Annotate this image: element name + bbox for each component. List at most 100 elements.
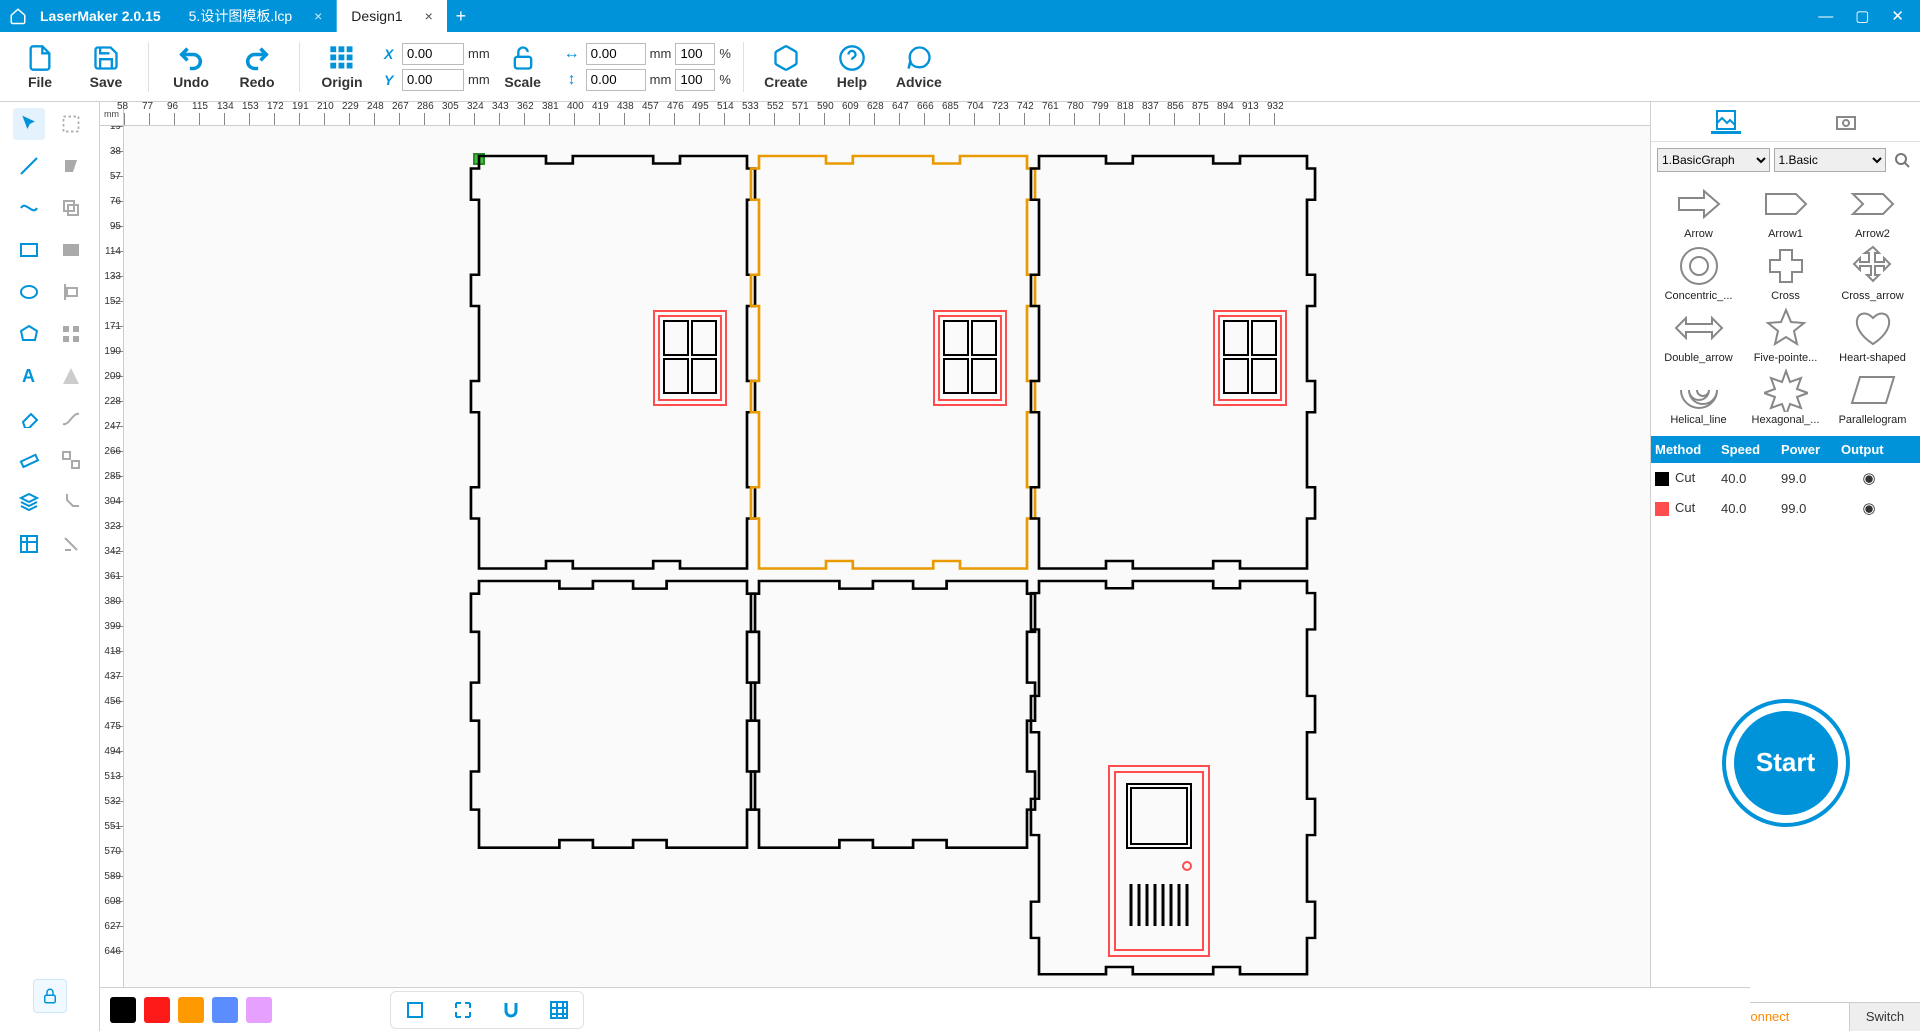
shape-item[interactable]: Arrow bbox=[1657, 182, 1740, 240]
undo-button[interactable]: Undo bbox=[161, 34, 221, 100]
shape-item[interactable]: Heart-shaped bbox=[1831, 306, 1914, 364]
visibility-icon[interactable]: ◉ bbox=[1841, 499, 1897, 517]
focus-mode-icon[interactable] bbox=[449, 996, 477, 1024]
redo-button[interactable]: Redo bbox=[227, 34, 287, 100]
col-output: Output bbox=[1837, 436, 1893, 463]
grid-tool[interactable] bbox=[55, 318, 87, 350]
document-tab[interactable]: Design1 × bbox=[337, 0, 447, 32]
document-tab[interactable]: 5.设计图模板.lcp × bbox=[175, 0, 338, 32]
height-pct-input[interactable] bbox=[675, 69, 715, 91]
shape-item[interactable]: Double_arrow bbox=[1657, 306, 1740, 364]
offset-tool[interactable] bbox=[55, 192, 87, 224]
text-tool[interactable]: A bbox=[13, 360, 45, 392]
fill-tool[interactable] bbox=[55, 150, 87, 182]
magnet-mode-icon[interactable] bbox=[497, 996, 525, 1024]
mirror-tool[interactable] bbox=[55, 360, 87, 392]
shape-label: Double_arrow bbox=[1664, 352, 1732, 364]
width-input[interactable] bbox=[586, 43, 646, 65]
start-button[interactable]: Start bbox=[1726, 703, 1846, 823]
advice-button[interactable]: Advice bbox=[888, 34, 950, 100]
shape-item[interactable]: Cross bbox=[1744, 244, 1827, 302]
shape-item[interactable]: Helical_line bbox=[1657, 368, 1740, 426]
polygon-tool[interactable] bbox=[13, 318, 45, 350]
grid-mode-icon[interactable] bbox=[545, 996, 573, 1024]
layer-table: Method Speed Power Output Cut40.099.0◉Cu… bbox=[1651, 436, 1920, 523]
frame-mode-icon[interactable] bbox=[401, 996, 429, 1024]
transform-tool[interactable] bbox=[55, 486, 87, 518]
shape-item[interactable]: Cross_arrow bbox=[1831, 244, 1914, 302]
close-window-icon[interactable]: ✕ bbox=[1891, 7, 1904, 25]
redo-label: Redo bbox=[240, 74, 275, 90]
size-group: ↔ mm % ↕ mm % bbox=[562, 43, 731, 91]
create-button[interactable]: Create bbox=[756, 34, 816, 100]
panel-top-right bbox=[1031, 156, 1315, 569]
color-swatch[interactable] bbox=[212, 997, 238, 1023]
new-tab-button[interactable]: + bbox=[447, 6, 475, 27]
curve-tool[interactable] bbox=[13, 192, 45, 224]
height-input[interactable] bbox=[586, 69, 646, 91]
tab-label: 5.设计图模板.lcp bbox=[189, 6, 292, 26]
lock-toggle[interactable] bbox=[33, 979, 67, 1013]
x-input[interactable] bbox=[402, 43, 464, 65]
eraser-tool[interactable] bbox=[13, 402, 45, 434]
shape-item[interactable]: Arrow1 bbox=[1744, 182, 1827, 240]
color-swatch[interactable] bbox=[144, 997, 170, 1023]
shape-label: Heart-shaped bbox=[1839, 352, 1906, 364]
pointer-tool[interactable] bbox=[13, 108, 45, 140]
align-tool[interactable] bbox=[55, 276, 87, 308]
unit-mm: mm bbox=[468, 72, 490, 87]
shape-item[interactable]: Hexagonal_... bbox=[1744, 368, 1827, 426]
coord-group: X mm Y mm bbox=[384, 43, 490, 91]
select-tool[interactable] bbox=[55, 108, 87, 140]
file-button[interactable]: File bbox=[10, 34, 70, 100]
origin-button[interactable]: Origin bbox=[312, 34, 372, 100]
layer-row[interactable]: Cut40.099.0◉ bbox=[1651, 493, 1920, 523]
layer-row[interactable]: Cut40.099.0◉ bbox=[1651, 463, 1920, 493]
left-toolbar: A bbox=[0, 102, 100, 1031]
color-swatch[interactable] bbox=[246, 997, 272, 1023]
shape-item[interactable]: Parallelogram bbox=[1831, 368, 1914, 426]
door bbox=[1109, 766, 1209, 956]
ellipse-tool[interactable] bbox=[13, 276, 45, 308]
bottom-bar bbox=[100, 987, 1750, 1031]
shape-label: Parallelogram bbox=[1839, 414, 1907, 426]
visibility-icon[interactable]: ◉ bbox=[1841, 469, 1897, 487]
shape-item[interactable]: Concentric_... bbox=[1657, 244, 1740, 302]
search-icon[interactable] bbox=[1890, 148, 1914, 172]
file-label: File bbox=[28, 74, 52, 90]
help-button[interactable]: Help bbox=[822, 34, 882, 100]
save-button[interactable]: Save bbox=[76, 34, 136, 100]
layers-tool[interactable] bbox=[13, 486, 45, 518]
measure-tool[interactable] bbox=[13, 444, 45, 476]
scale-button[interactable]: Scale bbox=[496, 34, 550, 100]
color-swatch[interactable] bbox=[110, 997, 136, 1023]
table-tool[interactable] bbox=[13, 528, 45, 560]
switch-button[interactable]: Switch bbox=[1850, 1003, 1920, 1031]
width-pct-input[interactable] bbox=[675, 43, 715, 65]
category-select-1[interactable]: 1.BasicGraph bbox=[1657, 148, 1770, 172]
gallery-tab-icon[interactable] bbox=[1711, 110, 1741, 134]
y-input[interactable] bbox=[402, 69, 464, 91]
close-icon[interactable]: × bbox=[425, 8, 433, 24]
path-tool[interactable] bbox=[55, 402, 87, 434]
anchor-tool[interactable] bbox=[55, 528, 87, 560]
shape-label: Arrow1 bbox=[1768, 228, 1803, 240]
design-canvas[interactable] bbox=[124, 126, 1650, 1031]
maximize-icon[interactable]: ▢ bbox=[1855, 7, 1869, 25]
shape-label: Cross bbox=[1771, 290, 1800, 302]
color-swatch[interactable] bbox=[178, 997, 204, 1023]
undo-label: Undo bbox=[173, 74, 209, 90]
line-tool[interactable] bbox=[13, 150, 45, 182]
window-3 bbox=[1214, 311, 1286, 405]
pattern-tool[interactable] bbox=[55, 234, 87, 266]
home-icon[interactable] bbox=[0, 7, 36, 25]
rect-tool[interactable] bbox=[13, 234, 45, 266]
shape-label: Arrow2 bbox=[1855, 228, 1890, 240]
minimize-icon[interactable]: — bbox=[1818, 8, 1833, 25]
camera-tab-icon[interactable] bbox=[1831, 110, 1861, 134]
category-select-2[interactable]: 1.Basic bbox=[1774, 148, 1887, 172]
close-icon[interactable]: × bbox=[314, 8, 322, 24]
array-tool[interactable] bbox=[55, 444, 87, 476]
shape-item[interactable]: Arrow2 bbox=[1831, 182, 1914, 240]
shape-item[interactable]: Five-pointe... bbox=[1744, 306, 1827, 364]
